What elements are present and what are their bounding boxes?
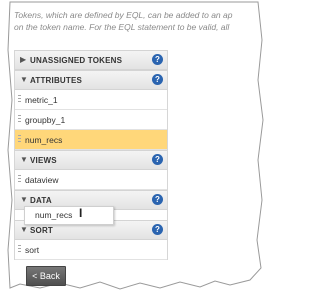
collapse-arrow-icon: ▼ <box>20 195 28 204</box>
section-title: UNASSIGNED TOKENS <box>30 56 123 65</box>
drag-handle-icon[interactable] <box>18 115 21 124</box>
dragging-token-label: num_recs <box>35 210 73 220</box>
drag-handle-icon[interactable] <box>18 175 21 184</box>
token-label: sort <box>25 245 40 255</box>
help-icon[interactable]: ? <box>152 74 163 85</box>
section-header-unassigned[interactable]: ▶ UNASSIGNED TOKENS ? <box>15 50 167 70</box>
token-item-groupby-1[interactable]: groupby_1 <box>15 110 167 130</box>
help-icon[interactable]: ? <box>152 54 163 65</box>
intro-text: Tokens, which are defined by EQL, can be… <box>14 9 244 33</box>
token-label: dataview <box>25 175 59 185</box>
token-item-dataview[interactable]: dataview <box>15 170 167 190</box>
token-item-num-recs[interactable]: num_recs <box>15 130 167 150</box>
help-icon[interactable]: ? <box>152 154 163 165</box>
drag-handle-icon[interactable] <box>18 95 21 104</box>
section-title: ATTRIBUTES <box>30 76 83 85</box>
collapse-arrow-icon: ▼ <box>20 225 28 234</box>
help-icon[interactable]: ? <box>152 194 163 205</box>
collapse-arrow-icon: ▼ <box>20 155 28 164</box>
collapse-arrow-icon: ▼ <box>20 75 28 84</box>
token-label: metric_1 <box>25 95 58 105</box>
dragging-token[interactable]: num_recs <box>24 206 114 225</box>
section-title: DATA <box>30 196 52 205</box>
token-label: groupby_1 <box>25 115 66 125</box>
back-button[interactable]: < Back <box>26 266 66 286</box>
section-title: VIEWS <box>30 156 57 165</box>
section-title: SORT <box>30 226 54 235</box>
expand-arrow-icon: ▶ <box>20 55 27 64</box>
section-header-attributes[interactable]: ▼ ATTRIBUTES ? <box>15 70 167 90</box>
token-label: num_recs <box>25 135 63 145</box>
token-item-sort[interactable]: sort <box>15 240 167 260</box>
drag-handle-icon[interactable] <box>18 135 21 144</box>
intro-line-1: Tokens, which are defined by EQL, can be… <box>14 10 233 20</box>
text-cursor-icon: I <box>79 206 83 220</box>
drag-handle-icon[interactable] <box>18 245 21 254</box>
help-icon[interactable]: ? <box>152 224 163 235</box>
token-item-metric-1[interactable]: metric_1 <box>15 90 167 110</box>
section-header-views[interactable]: ▼ VIEWS ? <box>15 150 167 170</box>
intro-line-2: on the token name. For the EQL statement… <box>14 22 230 32</box>
token-panel: ▶ UNASSIGNED TOKENS ? ▼ ATTRIBUTES ? met… <box>14 50 168 260</box>
